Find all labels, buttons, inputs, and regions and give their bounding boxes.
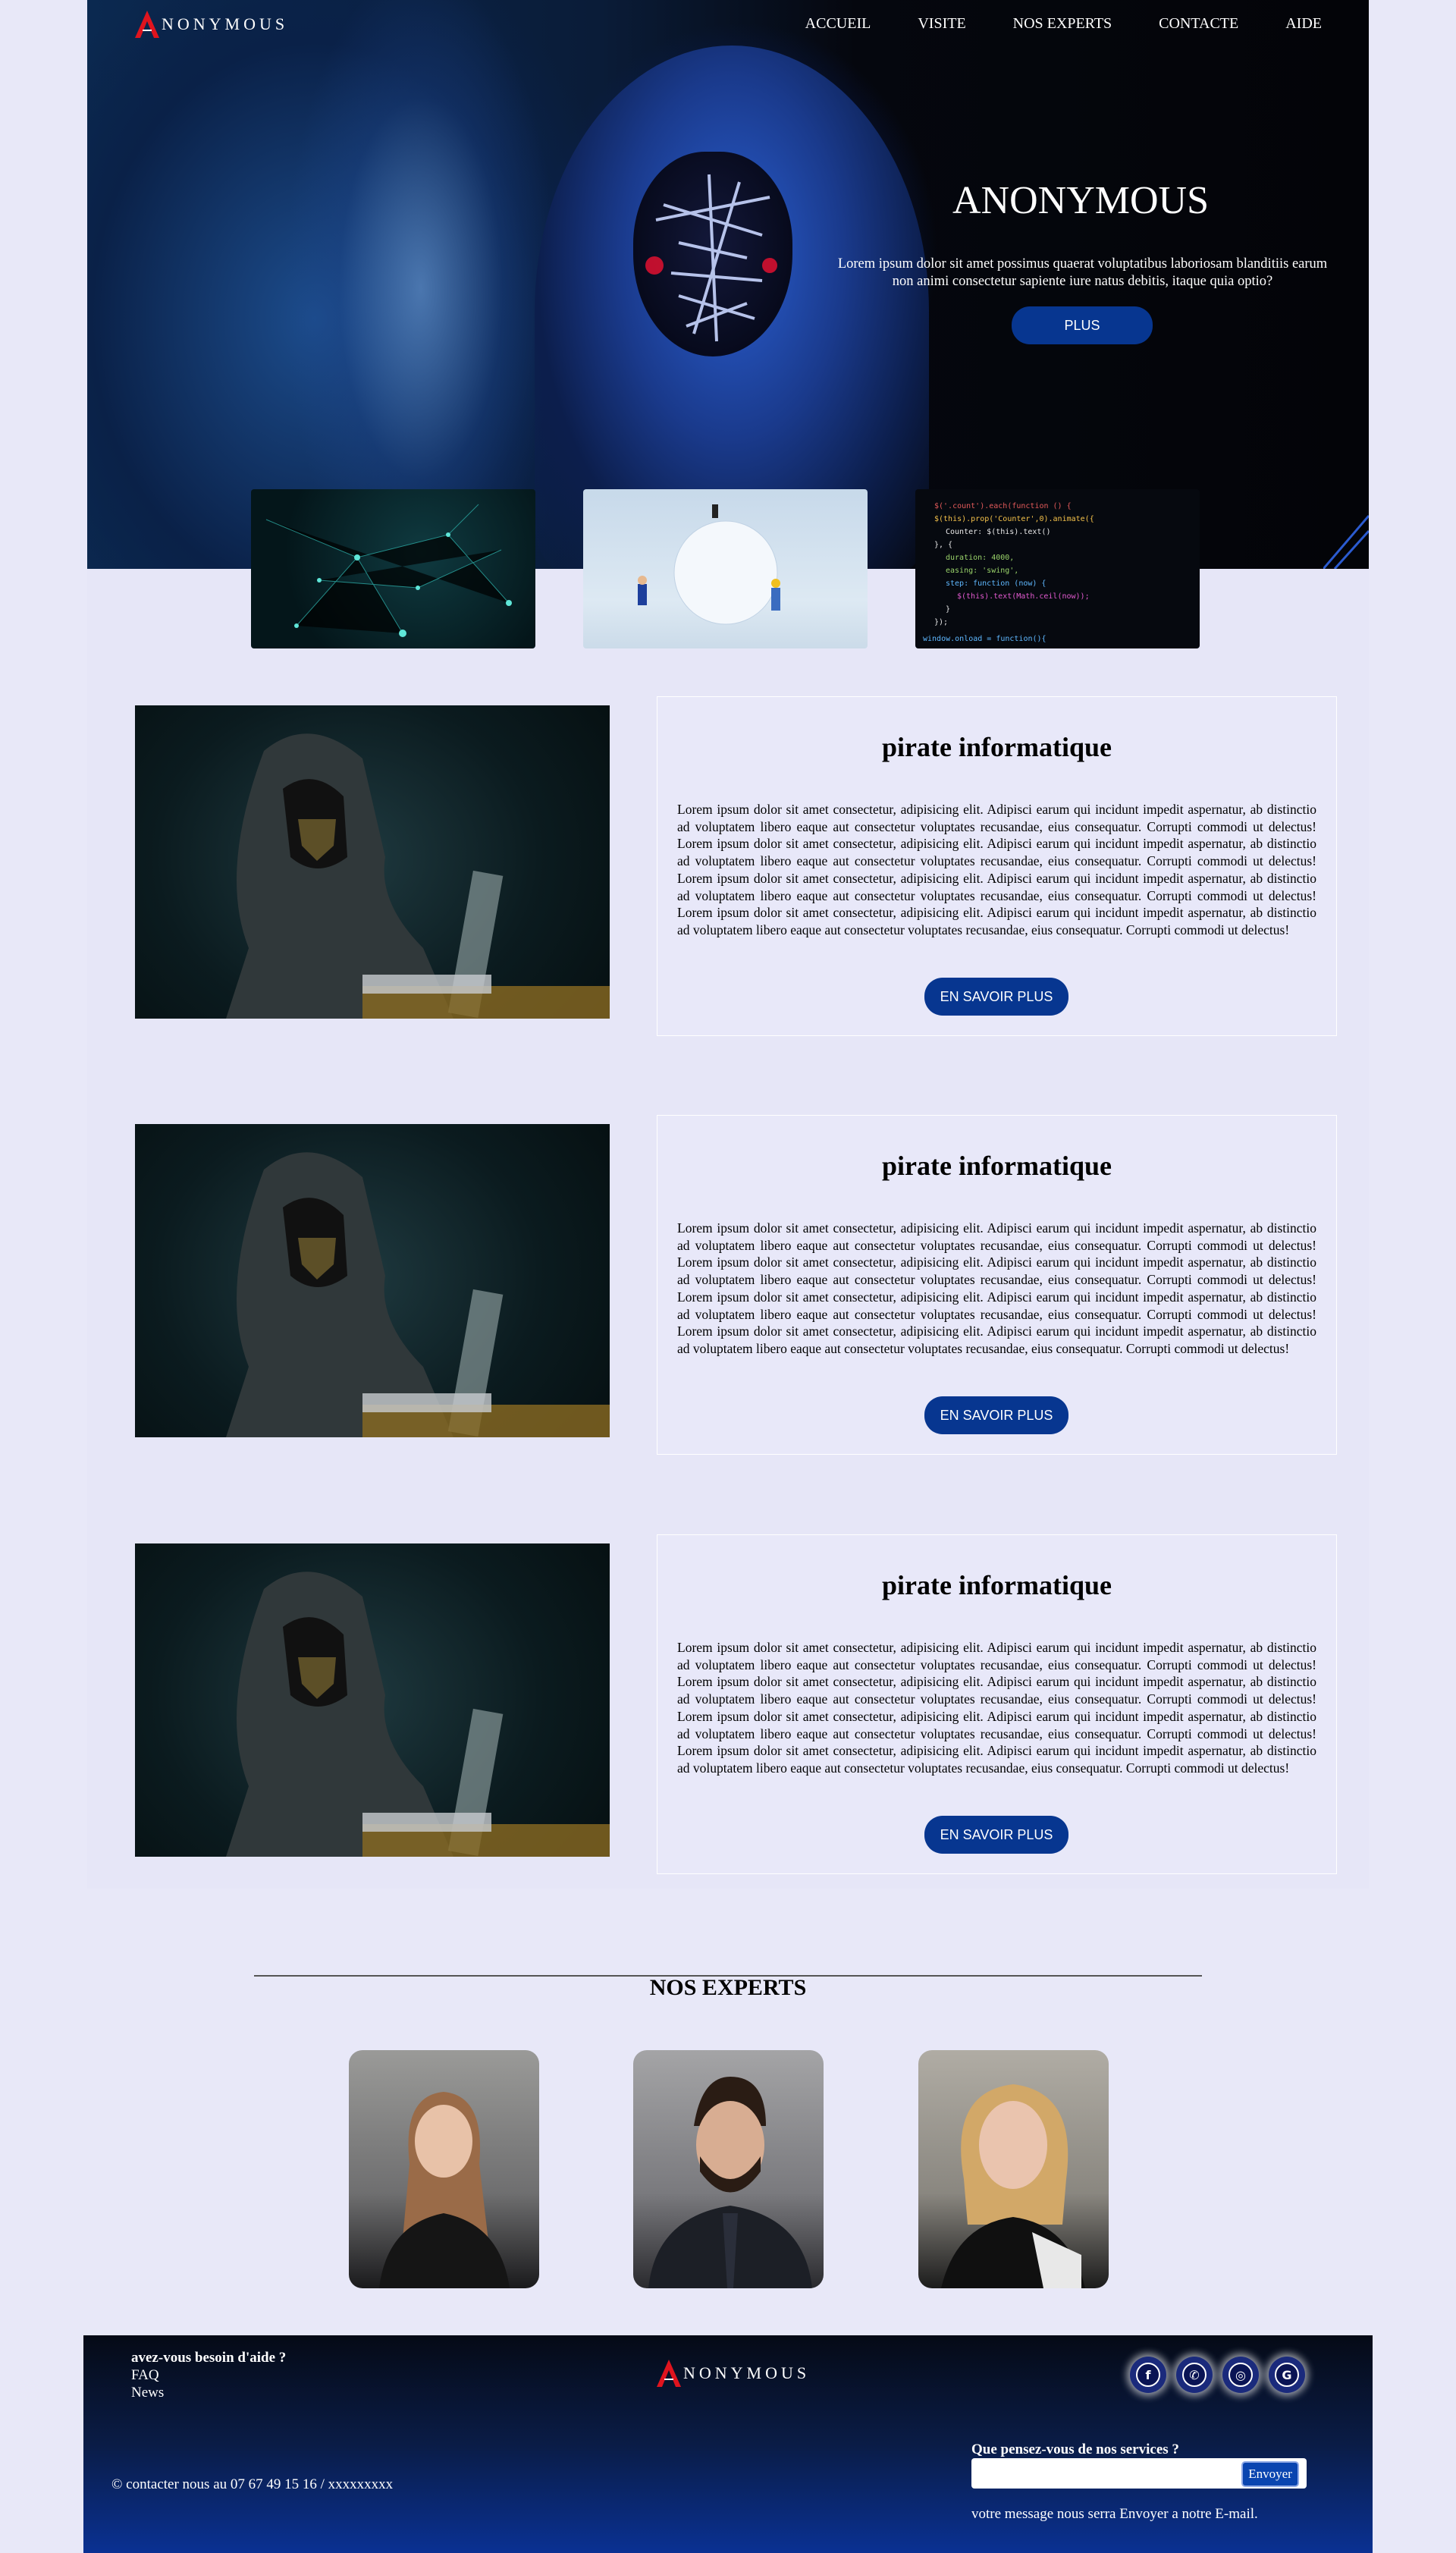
article-body: Lorem ipsum dolor sit amet consectetur, … — [677, 1220, 1316, 1356]
article-title: pirate informatique — [882, 732, 1112, 762]
expert-photo[interactable] — [633, 2050, 824, 2288]
expert-photo[interactable] — [918, 2050, 1109, 2288]
svg-text:window.onload = function(){: window.onload = function(){ — [923, 635, 1046, 643]
facebook-icon[interactable]: f — [1130, 2357, 1166, 2393]
hacker-illustration — [226, 1572, 610, 1857]
network-thumbnail[interactable] — [251, 489, 535, 648]
article-text-card: pirate informatique Lorem ipsum dolor si… — [657, 1534, 1337, 1874]
en-savoir-plus-button[interactable]: EN SAVOIR PLUS — [924, 1816, 1068, 1854]
svg-text:}, {: }, { — [934, 541, 952, 549]
svg-text:easing: 'swing',: easing: 'swing', — [946, 567, 1018, 575]
neon-mask — [645, 174, 777, 342]
footer-logo[interactable]: NONYMOUS — [656, 2358, 810, 2388]
send-button[interactable]: Envoyer — [1243, 2463, 1298, 2485]
nav-visite[interactable]: VISITE — [918, 15, 965, 33]
logo-a-icon — [657, 2360, 681, 2387]
svg-text:Counter: $(this).text(): Counter: $(this).text() — [946, 528, 1050, 536]
experts-title: NOS EXPERTS — [649, 1975, 807, 2000]
nav-accueil[interactable]: ACCUEIL — [805, 15, 871, 33]
news-link[interactable]: News — [131, 2384, 286, 2401]
sphere-graphic — [638, 504, 780, 625]
en-savoir-plus-button[interactable]: EN SAVOIR PLUS — [924, 1396, 1068, 1434]
footer: avez-vous besoin d'aide ? FAQ News NONYM… — [83, 2335, 1373, 2553]
hero-text: Lorem ipsum dolor sit amet possimus quae… — [837, 256, 1328, 289]
logo-text: NONYMOUS — [683, 2363, 811, 2382]
article-text-card: pirate informatique Lorem ipsum dolor si… — [657, 696, 1337, 1036]
instagram-icon[interactable]: ◎ — [1222, 2357, 1259, 2393]
code-thumbnail[interactable]: $('.count').each(function () { $(this).p… — [915, 489, 1200, 648]
en-savoir-plus-button[interactable]: EN SAVOIR PLUS — [924, 978, 1068, 1016]
hero-plus-button[interactable]: PLUS — [1012, 306, 1153, 344]
svg-text:$('.count').each(function () {: $('.count').each(function () { — [934, 502, 1072, 510]
top-navbar: NONYMOUS ACCUEIL VISITE NOS EXPERTS CONT… — [87, 0, 1369, 46]
svg-text:}: } — [946, 605, 950, 614]
footer-note: votre message nous serra Envoyer a notre… — [971, 2506, 1258, 2522]
feedback-form: Envoyer — [971, 2458, 1307, 2490]
hero-title: ANONYMOUS — [952, 179, 1210, 222]
network-graphic — [265, 504, 512, 637]
corner-structure — [1323, 515, 1369, 569]
svg-text:$(this).text(Math.ceil(now));: $(this).text(Math.ceil(now)); — [957, 592, 1090, 601]
google-icon[interactable]: G — [1269, 2357, 1305, 2393]
faq-link[interactable]: FAQ — [131, 2366, 286, 2384]
expert-portrait — [648, 2077, 812, 2288]
expert-portrait — [941, 2084, 1085, 2288]
logo-a-icon — [135, 11, 159, 38]
logo[interactable]: NONYMOUS — [134, 9, 288, 39]
sphere-thumbnail[interactable] — [583, 489, 868, 648]
contact-text: © contacter nous au 07 67 49 15 16 / xxx… — [111, 2476, 394, 2492]
footer-help: avez-vous besoin d'aide ? FAQ News — [131, 2349, 286, 2401]
article-title: pirate informatique — [882, 1570, 1112, 1600]
code-graphic: $('.count').each(function () { $(this).p… — [923, 502, 1094, 643]
hacker-illustration — [226, 733, 610, 1019]
nav-nos-experts[interactable]: NOS EXPERTS — [1013, 15, 1112, 33]
svg-text:$(this).prop('Counter',0).anim: $(this).prop('Counter',0).animate({ — [934, 515, 1094, 523]
nav-contacte[interactable]: CONTACTE — [1159, 15, 1238, 33]
help-question: avez-vous besoin d'aide ? — [131, 2350, 287, 2366]
article-body: Lorem ipsum dolor sit amet consectetur, … — [677, 802, 1316, 937]
logo-text: NONYMOUS — [162, 14, 289, 33]
hacker-image — [135, 1543, 610, 1857]
expert-photo[interactable] — [349, 2050, 539, 2288]
nav-aide[interactable]: AIDE — [1285, 15, 1322, 33]
svg-text:});: }); — [934, 618, 948, 626]
survey-question: Que pensez-vous de nos services ? — [971, 2442, 1179, 2457]
article-title: pirate informatique — [882, 1151, 1112, 1181]
feedback-input[interactable] — [971, 2458, 1240, 2490]
whatsapp-icon[interactable]: ✆ — [1176, 2357, 1213, 2393]
svg-text:step: function (now) {: step: function (now) { — [946, 579, 1046, 588]
hacker-illustration — [226, 1152, 610, 1437]
expert-portrait — [379, 2092, 510, 2288]
svg-text:duration: 4000,: duration: 4000, — [946, 554, 1014, 562]
hacker-image — [135, 1124, 610, 1437]
hacker-image — [135, 705, 610, 1019]
article-text-card: pirate informatique Lorem ipsum dolor si… — [657, 1115, 1337, 1455]
article-body: Lorem ipsum dolor sit amet consectetur, … — [677, 1640, 1316, 1776]
main-nav: ACCUEIL VISITE NOS EXPERTS CONTACTE AIDE — [805, 15, 1322, 33]
